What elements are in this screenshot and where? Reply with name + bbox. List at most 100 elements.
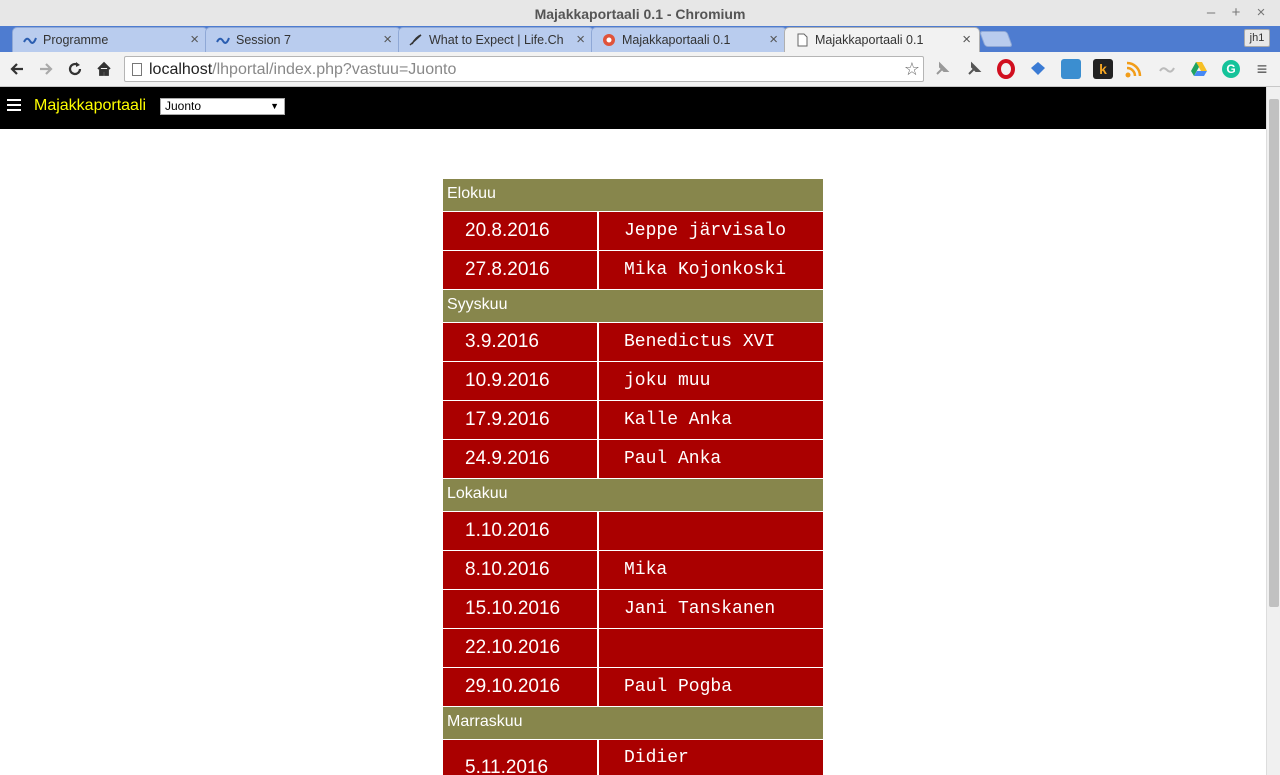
k-extension-icon[interactable]: k: [1093, 59, 1113, 79]
close-tab-icon[interactable]: ×: [962, 31, 971, 48]
table-row: 5.11.2016 Didier: [443, 740, 823, 775]
date-cell: 15.10.2016: [443, 590, 597, 628]
grammarly-extension-icon[interactable]: G: [1221, 59, 1241, 79]
table-row: 10.9.2016 joku muu: [443, 362, 823, 400]
bookmark-star-icon[interactable]: ☆: [904, 59, 920, 80]
close-tab-icon[interactable]: ×: [190, 31, 199, 48]
date-cell: 5.11.2016: [443, 740, 597, 775]
table-row: 27.8.2016 Mika Kojonkoski: [443, 251, 823, 289]
name-cell[interactable]: Jeppe järvisalo: [599, 212, 823, 250]
url-host: localhost: [149, 61, 213, 78]
table-row: 29.10.2016 Paul Pogba: [443, 668, 823, 706]
name-cell[interactable]: [599, 629, 823, 667]
hamburger-menu-icon[interactable]: [7, 99, 21, 111]
bug-icon: [603, 34, 615, 46]
tab-label: Majakkaportaali 0.1: [622, 33, 731, 47]
tab-what-to-expect[interactable]: What to Expect | Life.Ch ×: [398, 27, 594, 52]
name-cell[interactable]: Benedictus XVI: [599, 323, 823, 361]
table-row: 1.10.2016: [443, 512, 823, 550]
window-extension-icon[interactable]: [1061, 59, 1081, 79]
table-row: 20.8.2016 Jeppe järvisalo: [443, 212, 823, 250]
date-cell: 17.9.2016: [443, 401, 597, 439]
name-cell[interactable]: Mika: [599, 551, 823, 589]
name-cell[interactable]: joku muu: [599, 362, 823, 400]
new-tab-button[interactable]: [979, 31, 1013, 47]
wave-icon: [216, 37, 230, 44]
tab-session-7[interactable]: Session 7 ×: [205, 27, 401, 52]
date-cell: 1.10.2016: [443, 512, 597, 550]
date-cell: 24.9.2016: [443, 440, 597, 478]
home-icon[interactable]: [93, 58, 115, 80]
tab-label: Programme: [43, 33, 109, 47]
page-icon: [797, 33, 808, 47]
table-row: 15.10.2016 Jani Tanskanen: [443, 590, 823, 628]
window-titlebar: Majakkaportaali 0.1 - Chromium – + ×: [0, 0, 1280, 26]
pin-extension-icon[interactable]: [932, 59, 952, 79]
role-select[interactable]: Juonto ▼: [160, 98, 285, 115]
tab-label: What to Expect | Life.Ch: [429, 33, 564, 47]
address-bar[interactable]: localhost/lhportal/index.php?vastuu=Juon…: [124, 56, 924, 82]
close-tab-icon[interactable]: ×: [769, 31, 778, 48]
reload-icon[interactable]: [64, 58, 86, 80]
month-header: Lokakuu: [443, 479, 823, 511]
dropdown-arrow-icon: ▼: [270, 101, 279, 111]
wave-icon: [23, 37, 37, 44]
tab-label: Session 7: [236, 33, 291, 47]
month-header: Marraskuu: [443, 707, 823, 739]
month-header: Syyskuu: [443, 290, 823, 322]
rss-extension-icon[interactable]: [1124, 59, 1144, 79]
svg-text:G: G: [1226, 62, 1235, 76]
close-tab-icon[interactable]: ×: [383, 31, 392, 48]
drive-extension-icon[interactable]: [1189, 59, 1209, 79]
schedule-table: Elokuu 20.8.2016 Jeppe järvisalo 27.8.20…: [443, 179, 823, 775]
vertical-scrollbar[interactable]: [1266, 87, 1280, 775]
name-cell[interactable]: Mika Kojonkoski: [599, 251, 823, 289]
tab-majakkaportaali-1[interactable]: Majakkaportaali 0.1 ×: [591, 27, 787, 52]
pocket-extension-icon[interactable]: [1028, 59, 1048, 79]
date-cell: 29.10.2016: [443, 668, 597, 706]
close-tab-icon[interactable]: ×: [576, 31, 585, 48]
date-cell: 10.9.2016: [443, 362, 597, 400]
back-icon[interactable]: [6, 58, 28, 80]
browser-toolbar: localhost/lhportal/index.php?vastuu=Juon…: [0, 52, 1280, 87]
tab-programme[interactable]: Programme ×: [12, 27, 208, 52]
date-cell: 8.10.2016: [443, 551, 597, 589]
date-cell: 3.9.2016: [443, 323, 597, 361]
table-row: 3.9.2016 Benedictus XVI: [443, 323, 823, 361]
forward-icon[interactable]: [35, 58, 57, 80]
name-cell[interactable]: Paul Pogba: [599, 668, 823, 706]
close-window-icon[interactable]: ×: [1250, 3, 1272, 23]
name-cell[interactable]: Paul Anka: [599, 440, 823, 478]
app-brand[interactable]: Majakkaportaali: [34, 97, 146, 115]
name-cell[interactable]: Kalle Anka: [599, 401, 823, 439]
maximize-icon[interactable]: +: [1225, 3, 1247, 23]
role-select-value: Juonto: [165, 99, 202, 113]
url-text[interactable]: localhost/lhportal/index.php?vastuu=Juon…: [149, 61, 456, 79]
app-header: Majakkaportaali Juonto ▼: [0, 87, 1266, 129]
page-viewport: Majakkaportaali Juonto ▼ Elokuu 20.8.201…: [0, 87, 1266, 775]
month-header: Elokuu: [443, 179, 823, 211]
name-cell[interactable]: Didier: [599, 740, 823, 775]
table-row: 17.9.2016 Kalle Anka: [443, 401, 823, 439]
window-title: Majakkaportaali 0.1 - Chromium: [534, 6, 746, 22]
menu-icon[interactable]: ≡: [1252, 59, 1272, 79]
date-cell: 22.10.2016: [443, 629, 597, 667]
opera-extension-icon[interactable]: [996, 59, 1016, 79]
tab-label: Majakkaportaali 0.1: [815, 33, 924, 47]
table-row: 22.10.2016: [443, 629, 823, 667]
name-cell[interactable]: Jani Tanskanen: [599, 590, 823, 628]
scrollbar-thumb[interactable]: [1269, 99, 1279, 607]
profile-button[interactable]: jh1: [1244, 29, 1270, 47]
url-path: /lhportal/index.php?vastuu=Juonto: [212, 61, 457, 78]
minimize-icon[interactable]: –: [1200, 3, 1222, 23]
quill-icon: [409, 34, 422, 46]
date-cell: 20.8.2016: [443, 212, 597, 250]
table-row: 24.9.2016 Paul Anka: [443, 440, 823, 478]
pin-extension-icon[interactable]: [964, 59, 984, 79]
tab-majakkaportaali-active[interactable]: Majakkaportaali 0.1 ×: [784, 27, 980, 52]
table-row: 8.10.2016 Mika: [443, 551, 823, 589]
name-cell[interactable]: [599, 512, 823, 550]
cloud-extension-icon[interactable]: [1157, 59, 1177, 79]
tab-strip: Programme × Session 7 × What to Expect |…: [0, 26, 1280, 52]
page-icon: [132, 63, 142, 76]
